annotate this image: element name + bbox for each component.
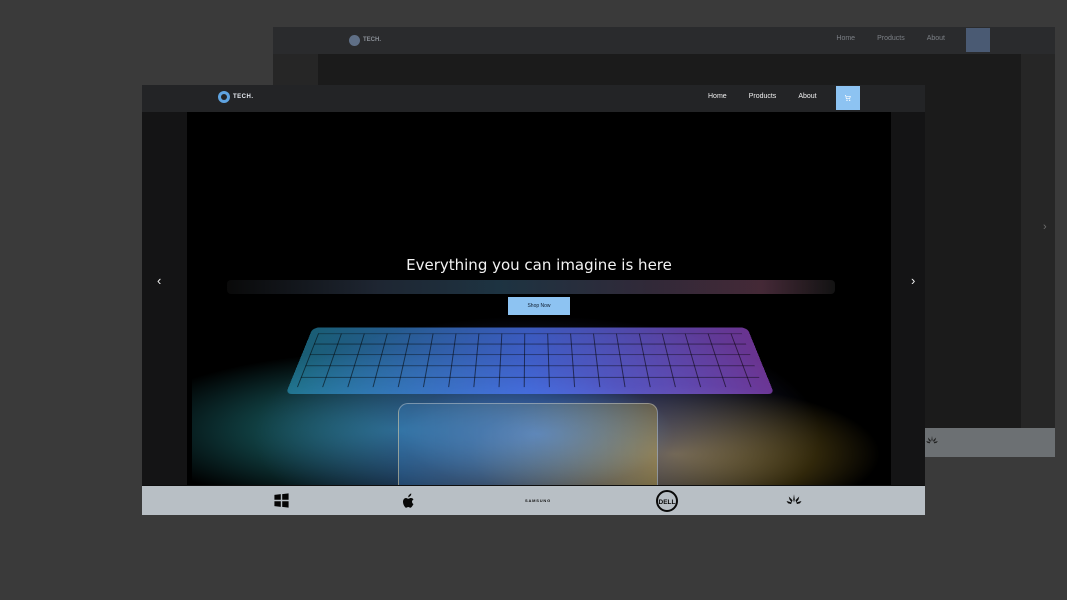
carousel-prev-button[interactable]: ‹ [157, 274, 161, 287]
background-nav-home: Home [836, 35, 856, 42]
nav-about-link[interactable]: About [798, 93, 816, 100]
laptop-keyboard-image [285, 327, 775, 395]
windows-logo [272, 493, 291, 508]
background-logo: TECH. [349, 33, 381, 47]
cart-icon [845, 95, 851, 101]
background-huawei-icon [926, 435, 938, 444]
background-cart-button [966, 28, 990, 52]
carousel-next-button[interactable]: › [911, 274, 915, 287]
huawei-icon [786, 493, 802, 504]
background-next-arrow: › [1043, 221, 1047, 233]
dell-logo: DELL [654, 489, 680, 512]
background-nav-links: Home Products About [836, 35, 945, 42]
navbar: TECH. Home Products About [142, 85, 925, 112]
logo-icon [218, 91, 230, 103]
background-logo-icon [349, 34, 360, 46]
website-window: TECH. Home Products About Everything you… [142, 85, 925, 515]
samsung-logo: SAMSUNG [525, 493, 551, 508]
laptop-trackpad [398, 403, 658, 485]
apple-logo [400, 493, 418, 508]
windows-icon [274, 493, 289, 508]
shop-now-button[interactable]: Shop Now [508, 297, 570, 315]
nav-links: Home Products About [708, 93, 839, 100]
nav-home-link[interactable]: Home [708, 93, 727, 100]
background-navbar: TECH. Home Products About [273, 27, 1055, 54]
samsung-text: SAMSUNG [524, 498, 552, 503]
background-nav-products: Products [877, 35, 905, 42]
hero-headline: Everything you can imagine is here [406, 256, 672, 274]
background-nav-about: About [926, 35, 945, 42]
background-brand-text: TECH. [363, 37, 381, 43]
svg-text:DELL: DELL [659, 499, 676, 506]
site-logo[interactable]: TECH. [218, 91, 254, 103]
brand-logo-bar: SAMSUNG DELL [142, 486, 925, 515]
hero-slide: Everything you can imagine is here Shop … [187, 112, 891, 485]
apple-icon [403, 493, 414, 508]
carousel-right-panel [891, 112, 925, 485]
nav-products-link[interactable]: Products [749, 93, 777, 100]
brand-text: TECH. [233, 94, 254, 100]
background-brand-bar [923, 428, 1055, 457]
keyboard-keys [296, 333, 764, 388]
dell-icon: DELL [656, 489, 678, 512]
cart-button[interactable] [836, 86, 860, 110]
carousel-left-panel [142, 112, 187, 485]
huawei-logo [783, 493, 805, 508]
